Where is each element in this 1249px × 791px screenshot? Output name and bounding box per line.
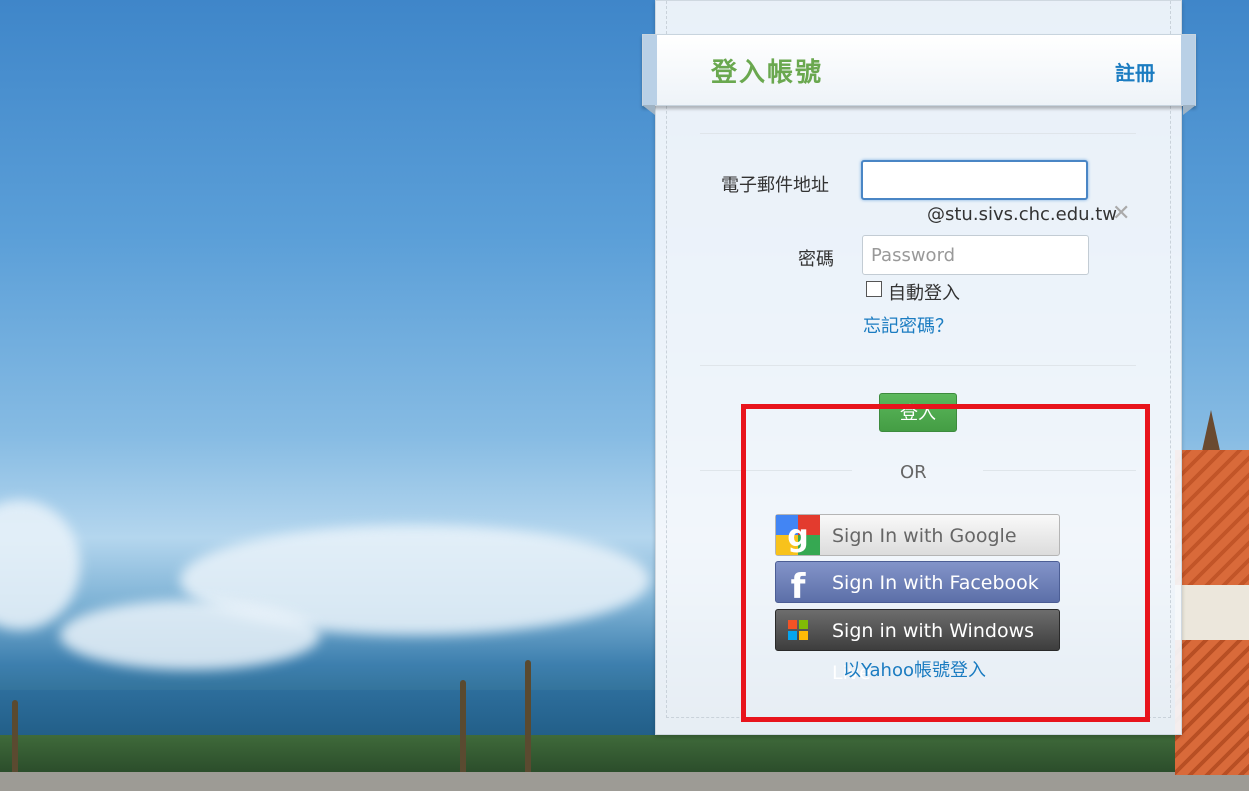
email-field[interactable] [861,160,1088,200]
register-link[interactable]: 註冊 [1115,57,1155,86]
palm-tree [460,680,466,775]
forgot-password-link[interactable]: 忘記密碼？ [863,312,953,338]
password-field[interactable] [862,235,1089,275]
ribbon-edge [643,35,657,105]
login-header: 登入帳號 註冊 [642,34,1196,115]
shoreline [0,735,1249,775]
email-label: 電子郵件地址 [721,175,829,196]
building-wall [1175,585,1249,645]
login-title: 登入帳號 [711,58,824,88]
password-label: 密碼 [798,249,834,270]
divider [700,133,1136,134]
remember-checkbox[interactable] [866,281,882,297]
email-domain-suffix: @stu.sivs.chc.edu.tw [927,204,1118,225]
remember-label[interactable]: 自動登入 [888,279,960,305]
cloud [60,600,320,670]
ribbon-edge [1181,35,1195,105]
highlight-box [741,404,1150,722]
divider [700,365,1136,366]
palm-tree [525,660,531,775]
roof [1175,640,1249,775]
ground [0,772,1249,791]
cloud [0,500,80,630]
clear-icon[interactable]: ✕ [1112,203,1130,225]
palm-tree [12,700,18,775]
roof [1175,450,1249,590]
